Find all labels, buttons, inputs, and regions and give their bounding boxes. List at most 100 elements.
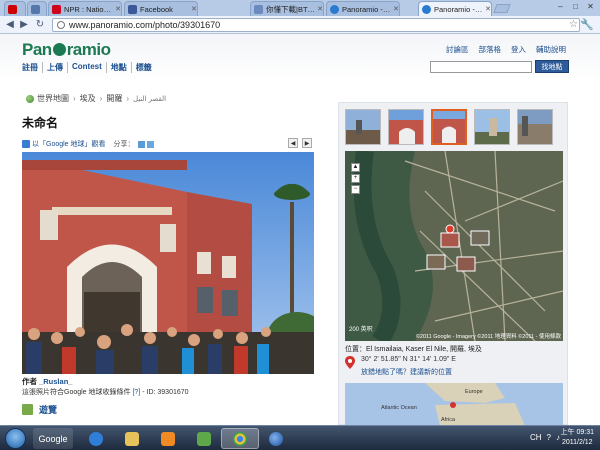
author-prefix: 作者 [22, 377, 37, 386]
author-link[interactable]: _Ruslan_ [39, 377, 72, 386]
map-scale: 200 英呎 [349, 327, 373, 333]
previous-photo-button[interactable]: ◀ [288, 138, 298, 148]
media-player-icon [161, 431, 175, 446]
login-link[interactable]: 登入 [511, 44, 526, 55]
tab-close-icon[interactable]: ✕ [393, 5, 399, 13]
thumbnail-photo[interactable] [517, 109, 553, 145]
thumbnail-photo[interactable] [474, 109, 510, 145]
language-indicator[interactable]: CH [530, 433, 542, 442]
tab-facebook[interactable]: Facebook ✕ [124, 1, 198, 16]
breadcrumb-kasr-el-nil[interactable]: القصر النيل [133, 95, 166, 103]
nav-upload[interactable]: 上傳 [42, 62, 67, 73]
accepted-text: 這張照片符合Google 地球收錄條件 [22, 389, 131, 396]
tab-label: Panoramio - Unt [434, 4, 485, 14]
logo-o-icon [52, 43, 66, 57]
new-tab-button[interactable] [493, 4, 511, 13]
clock-date: 2011/2/12 [561, 439, 593, 446]
visits-section: 遊覽 [22, 403, 57, 416]
close-window-button[interactable]: ✕ [583, 1, 598, 12]
start-button[interactable] [5, 428, 26, 449]
tab-cnn[interactable] [4, 1, 26, 16]
nav-contest[interactable]: Contest [67, 62, 106, 73]
location-map[interactable]: ▲ + − 200 英呎 ©2011 Google - Imagery ©201… [345, 151, 563, 341]
breadcrumb-world[interactable]: 世界地圖 [37, 93, 69, 104]
tab-close-icon[interactable]: ✕ [115, 5, 121, 13]
maximize-button[interactable]: □ [568, 1, 583, 12]
next-photo-button[interactable]: ▶ [302, 138, 312, 148]
egyptian-museum-photo [22, 152, 314, 374]
blog-link[interactable]: 部落格 [479, 44, 502, 55]
help-link[interactable]: 輔助說明 [536, 44, 566, 55]
map-zoom-controls: ▲ + − [351, 163, 360, 196]
google-earth-icon [269, 431, 283, 446]
tab-close-icon[interactable]: ✕ [485, 5, 491, 13]
find-place-button[interactable]: 找地點 [535, 60, 569, 73]
share-buzz-icon[interactable] [137, 140, 145, 148]
view-in-google-earth-link[interactable]: 以「Google 地球」觀看 [32, 139, 106, 149]
tab-strip: NPR : National P ✕ Facebook ✕ 你懂下載|BT|漫畫… [0, 0, 600, 16]
map-label-atlantic: Atlantic Ocean [381, 405, 417, 411]
thumbnail-image [475, 110, 509, 144]
taskbar-ie[interactable] [77, 428, 115, 449]
main-photo[interactable] [22, 152, 314, 374]
help-indicator[interactable]: ? [547, 433, 551, 442]
tab-pinned[interactable] [27, 1, 47, 16]
taskbar-chrome[interactable] [221, 428, 259, 449]
internet-explorer-icon [89, 431, 103, 446]
place-search-input[interactable] [430, 61, 532, 73]
wrench-menu-icon[interactable]: 🔧 [580, 18, 594, 31]
map-attribution: ©2011 Google - Imagery ©2011 地理資料 ©2011 … [415, 334, 561, 340]
thumbnail-photo[interactable] [388, 109, 424, 145]
forum-link[interactable]: 討論區 [446, 44, 469, 55]
nav-register[interactable]: 註冊 [22, 62, 42, 73]
cnn-favicon-icon [8, 4, 17, 14]
address-bar[interactable]: www.panoramio.com/photo/39301670 [52, 18, 580, 32]
tab-close-icon[interactable]: ✕ [317, 5, 323, 13]
thumbnail-photo[interactable] [345, 109, 381, 145]
url-text: www.panoramio.com/photo/39301670 [69, 20, 221, 30]
world-overview-map[interactable]: Europe Atlantic Ocean Africa [345, 383, 563, 425]
taskbar-google-earth[interactable] [257, 428, 295, 449]
web-page: Pan ramio 註冊 上傳 Contest 地點 標籤 討論區 部落格 登入 … [0, 34, 600, 425]
help-link[interactable]: [?] [132, 389, 140, 396]
bookmark-star-icon[interactable]: ☆ [569, 19, 578, 30]
tab-panoramio-active[interactable]: Panoramio - Unt ✕ [418, 1, 492, 16]
google-earth-icon [22, 140, 30, 148]
breadcrumb-cairo[interactable]: 開羅 [106, 93, 122, 104]
map-zoom-out-icon[interactable]: − [351, 185, 360, 194]
map-pin-icon [345, 356, 355, 369]
photo-author: 作者 _Ruslan_ [22, 376, 72, 387]
visits-heading: 遊覽 [39, 405, 58, 415]
taskbar-media[interactable] [149, 428, 187, 449]
find-place-label: 找地點 [541, 63, 563, 71]
taskbar-network[interactable] [185, 428, 223, 449]
logo-text-start: Pan [22, 40, 52, 59]
system-clock[interactable]: 上午 09:31 2011/2/12 [561, 428, 594, 448]
minimize-button[interactable]: – [553, 1, 568, 12]
chrome-icon [233, 431, 247, 446]
tab-npr[interactable]: NPR : National P ✕ [48, 1, 122, 16]
tab-panoramio-1[interactable]: Panoramio - Pho ✕ [326, 1, 400, 16]
map-pan-up-icon[interactable]: ▲ [351, 163, 360, 172]
breadcrumb-egypt[interactable]: 埃及 [80, 93, 96, 104]
panoramio-logo[interactable]: Pan ramio [22, 40, 111, 60]
taskbar-explorer[interactable] [113, 428, 151, 449]
nav-tags[interactable]: 標籤 [130, 62, 156, 73]
logo-text-end: ramio [66, 40, 111, 59]
volume-icon[interactable]: ♪ [556, 433, 560, 442]
share-twitter-icon[interactable] [146, 140, 154, 148]
taskbar-google[interactable]: Google [33, 428, 73, 449]
thumbnail-photo-selected[interactable] [431, 109, 467, 145]
suggest-location-link[interactable]: 放錯地點了嗎？建議新的位置 [361, 367, 452, 377]
nearby-photo-thumbnails [345, 109, 560, 145]
page-favicon-icon [254, 4, 263, 14]
forward-arrow-icon[interactable]: ▶ [18, 19, 30, 31]
nav-places[interactable]: 地點 [105, 62, 131, 73]
coordinates: 30° 2' 51.85" N 31° 14' 1.09" E [361, 356, 456, 363]
reload-icon[interactable]: ↻ [34, 19, 46, 31]
tab-download[interactable]: 你懂下載|BT|漫畫| ✕ [250, 1, 324, 16]
tab-close-icon[interactable]: ✕ [191, 5, 197, 13]
map-zoom-in-icon[interactable]: + [351, 174, 360, 183]
thumbnail-image [346, 110, 380, 144]
back-arrow-icon[interactable]: ◀ [4, 19, 16, 31]
